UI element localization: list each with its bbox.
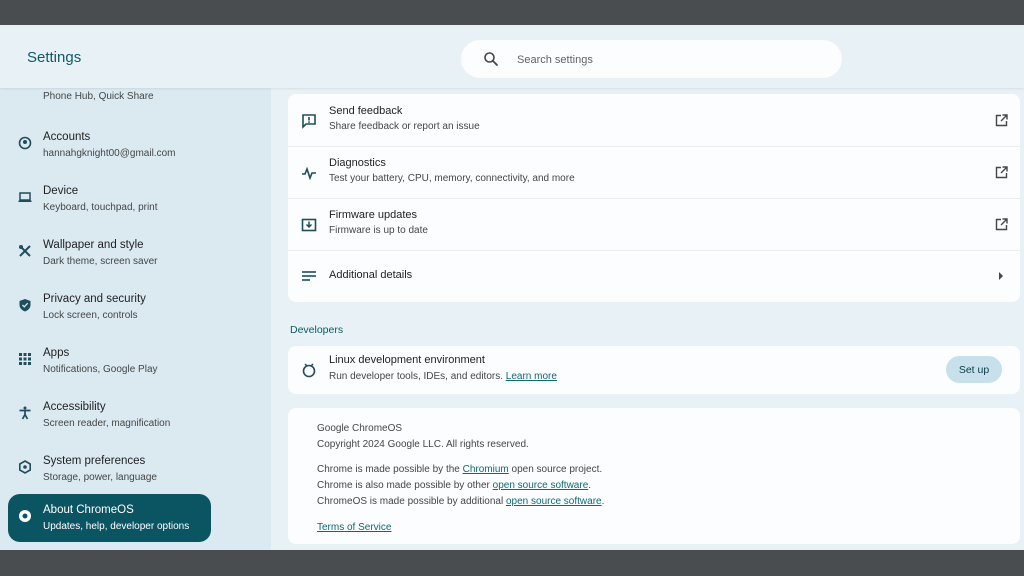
- accessibility-icon: [19, 406, 31, 420]
- open-source-link[interactable]: open source software: [493, 480, 589, 491]
- sidebar-item-sub: Notifications, Google Play: [43, 364, 158, 375]
- row-subtitle: Share feedback or report an issue: [329, 121, 480, 132]
- sidebar-item-apps[interactable]: Apps Notifications, Google Play: [8, 337, 211, 385]
- sidebar-item-title: Privacy and security: [43, 293, 146, 305]
- send-feedback-row[interactable]: Send feedback Share feedback or report a…: [288, 94, 1020, 147]
- oss-credit: Chrome is also made possible by other op…: [317, 480, 591, 491]
- linux-title: Linux development environment: [329, 354, 485, 366]
- apps-grid-icon: [19, 353, 31, 365]
- firmware-updates-row[interactable]: Firmware updates Firmware is up to date: [288, 198, 1020, 251]
- sidebar-item-accessibility[interactable]: Accessibility Screen reader, magnificati…: [8, 391, 211, 439]
- developers-card: Linux development environment Run develo…: [288, 346, 1020, 394]
- chromium-credit: Chrome is made possible by the Chromium …: [317, 464, 602, 475]
- sidebar-item-sub: hannahgknight00@gmail.com: [43, 148, 176, 159]
- chromeos-oss-credit: ChromeOS is made possible by additional …: [317, 496, 604, 507]
- sidebar-item-connected-devices[interactable]: Phone Hub, Quick Share: [8, 88, 211, 116]
- app-title: Settings: [27, 49, 82, 66]
- credit-text: .: [588, 480, 592, 491]
- search-box[interactable]: [461, 40, 842, 78]
- open-external-icon[interactable]: [995, 166, 1008, 179]
- open-external-icon[interactable]: [995, 218, 1008, 231]
- copyright: Copyright 2024 Google LLC. All rights re…: [317, 439, 529, 450]
- sidebar-item-sub: Updates, help, developer options: [43, 521, 190, 532]
- sidebar-item-wallpaper[interactable]: Wallpaper and style Dark theme, screen s…: [8, 229, 211, 277]
- search-icon: [484, 52, 498, 66]
- sidebar-item-about-chromeos[interactable]: About ChromeOS Updates, help, developer …: [8, 494, 211, 542]
- account-circle-icon: [18, 136, 32, 150]
- open-external-icon[interactable]: [995, 114, 1008, 127]
- sidebar-item-title: About ChromeOS: [43, 504, 134, 516]
- palette-icon: [19, 245, 31, 257]
- linux-subtitle: Run developer tools, IDEs, and editors. …: [329, 371, 557, 382]
- settings-gear-icon: [19, 460, 31, 474]
- chrome-icon: [19, 510, 31, 522]
- linux-sub-text: Run developer tools, IDEs, and editors.: [329, 371, 503, 382]
- terms-line: Terms of Service: [317, 522, 391, 533]
- terms-of-service-link[interactable]: Terms of Service: [317, 522, 391, 533]
- credit-text: Chrome is also made possible by other: [317, 480, 493, 491]
- row-title: Additional details: [329, 269, 413, 281]
- developers-section-title: Developers: [290, 324, 344, 336]
- linux-terminal-icon: [302, 363, 316, 378]
- credit-text: .: [601, 496, 605, 507]
- chromium-link[interactable]: Chromium: [463, 464, 509, 475]
- sidebar-item-privacy[interactable]: Privacy and security Lock screen, contro…: [8, 283, 211, 331]
- about-chromeos-info-card: Google ChromeOS Copyright 2024 Google LL…: [288, 408, 1020, 544]
- sidebar: Phone Hub, Quick Share Accounts hannahgk…: [0, 88, 271, 550]
- additional-details-row[interactable]: Additional details: [288, 250, 1020, 302]
- sidebar-item-device[interactable]: Device Keyboard, touchpad, print: [8, 175, 211, 223]
- list-icon: [302, 271, 316, 281]
- feedback-icon: [302, 114, 316, 129]
- laptop-icon: [18, 192, 32, 202]
- search-input[interactable]: [515, 49, 819, 71]
- firmware-icon: [301, 218, 317, 232]
- setup-button[interactable]: Set up: [946, 356, 1002, 383]
- os-name: Google ChromeOS: [317, 423, 403, 434]
- sidebar-item-title: Apps: [43, 347, 70, 359]
- header: Settings: [0, 25, 1024, 88]
- sidebar-item-title: System preferences: [43, 455, 146, 467]
- additional-open-source-link[interactable]: open source software: [506, 496, 602, 507]
- sidebar-item-sub: Lock screen, controls: [43, 310, 138, 321]
- credit-text: open source project.: [508, 464, 603, 475]
- row-title: Diagnostics: [329, 157, 386, 169]
- row-title: Firmware updates: [329, 209, 418, 221]
- row-subtitle: Firmware is up to date: [329, 225, 428, 236]
- shield-icon: [19, 299, 31, 312]
- sidebar-item-title: Accounts: [43, 131, 91, 143]
- row-subtitle: Test your battery, CPU, memory, connecti…: [329, 173, 575, 184]
- main-content: Send feedback Share feedback or report a…: [271, 88, 1024, 550]
- sidebar-item-system-preferences[interactable]: System preferences Storage, power, langu…: [8, 445, 211, 493]
- sidebar-item-sub: Storage, power, language: [43, 472, 157, 483]
- sidebar-item-sub: Dark theme, screen saver: [43, 256, 158, 267]
- sidebar-item-sub: Phone Hub, Quick Share: [43, 91, 154, 102]
- sidebar-item-sub: Keyboard, touchpad, print: [43, 202, 158, 213]
- sidebar-item-title: Device: [43, 185, 79, 197]
- credit-text: Chrome is made possible by the: [317, 464, 463, 475]
- learn-more-link[interactable]: Learn more: [506, 371, 557, 382]
- about-links-card: Send feedback Share feedback or report a…: [288, 94, 1020, 302]
- diagnostics-row[interactable]: Diagnostics Test your battery, CPU, memo…: [288, 146, 1020, 199]
- row-title: Send feedback: [329, 105, 403, 117]
- sidebar-item-title: Wallpaper and style: [43, 239, 144, 251]
- sidebar-item-sub: Screen reader, magnification: [43, 418, 171, 429]
- sidebar-item-accounts[interactable]: Accounts hannahgknight00@gmail.com: [8, 121, 211, 169]
- sidebar-item-title: Accessibility: [43, 401, 106, 413]
- credit-text: ChromeOS is made possible by additional: [317, 496, 506, 507]
- chevron-right-icon: [999, 272, 1003, 280]
- diagnostics-icon: [302, 166, 316, 181]
- settings-app: Settings Phone Hub, Quick Share Accounts…: [0, 25, 1024, 550]
